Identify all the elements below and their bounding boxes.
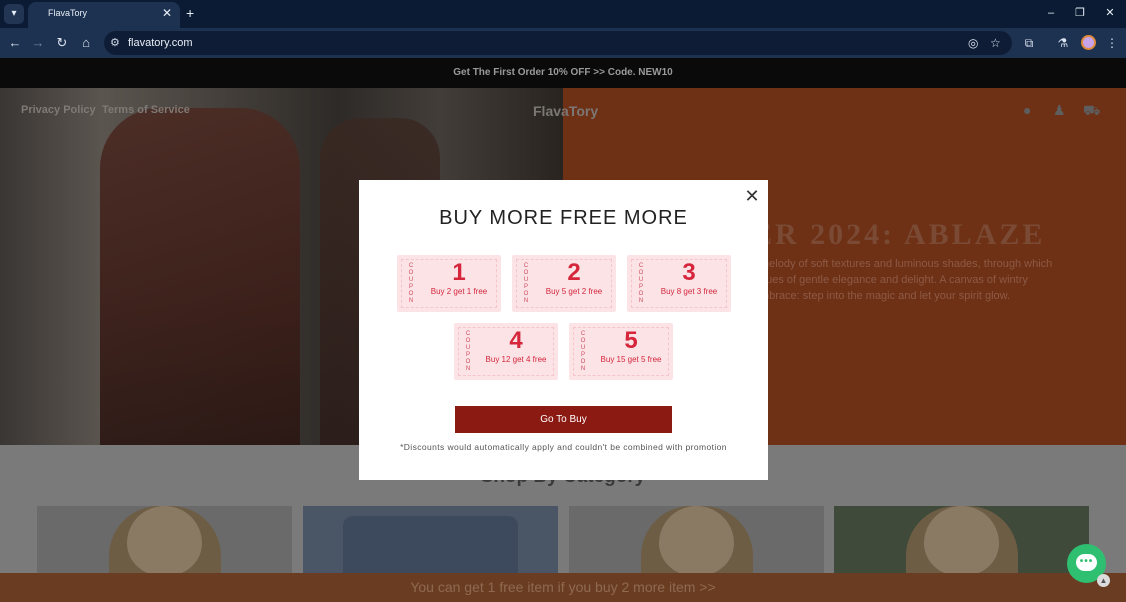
browser-toolbar: ← → ↻ ⌂ ⚙ flavatory.com ◎ ☆ ⧉ ⚗ ⋮ <box>0 28 1126 58</box>
coupon-description: Buy 5 get 2 free <box>545 287 603 296</box>
model-figure-left <box>100 108 300 445</box>
new-tab-icon[interactable]: + <box>186 4 194 22</box>
bookmark-star-icon[interactable]: ☆ <box>990 35 1001 51</box>
address-bar[interactable]: ⚙ flavatory.com ◎ ☆ <box>104 31 1012 55</box>
tab-title: FlavaTory <box>48 8 88 18</box>
coupon-card[interactable]: COUPON 2 Buy 5 get 2 free <box>512 255 616 312</box>
window-close-icon[interactable]: ✕ <box>1101 6 1119 20</box>
coupon-label: COUPON <box>523 263 529 304</box>
hero-line: hues of gentle elegance and delight. A c… <box>760 274 1028 286</box>
coupon-description: Buy 8 get 3 free <box>660 287 718 296</box>
tab-search-icon[interactable]: ▾ <box>4 4 24 24</box>
profile-avatar[interactable] <box>1081 35 1096 50</box>
nav-privacy-policy[interactable]: Privacy Policy <box>21 104 96 116</box>
menu-kebab-icon[interactable]: ⋮ <box>1103 34 1121 52</box>
announcement-bar[interactable]: Get The First Order 10% OFF >> Code. NEW… <box>0 58 1126 88</box>
go-to-buy-button[interactable]: Go To Buy <box>455 406 672 433</box>
coupon-card[interactable]: COUPON 1 Buy 2 get 1 free <box>397 255 501 312</box>
site-logo[interactable]: FlavaTory <box>533 103 598 119</box>
coupon-description: Buy 15 get 5 free <box>600 355 662 364</box>
discount-disclaimer: *Discounts would automatically apply and… <box>400 442 727 452</box>
coupon-card[interactable]: COUPON 4 Buy 12 get 4 free <box>454 323 558 380</box>
hero-description: melody of soft textures and luminous sha… <box>760 256 1080 304</box>
chat-bubble-icon: ••• <box>1076 554 1097 571</box>
coupon-label: COUPON <box>465 331 471 372</box>
coupon-description: Buy 2 get 1 free <box>430 287 488 296</box>
tab-close-icon[interactable]: ✕ <box>162 6 172 20</box>
labs-flask-icon[interactable]: ⚗ <box>1054 34 1072 52</box>
nav-terms-of-service[interactable]: Terms of Service <box>102 104 190 116</box>
minimize-icon[interactable]: – <box>1042 6 1060 20</box>
scroll-top-icon[interactable]: ▲ <box>1097 574 1110 587</box>
search-icon[interactable]: ● <box>1023 102 1031 118</box>
promo-modal: ✕ BUY MORE FREE MORE COUPON 1 Buy 2 get … <box>359 180 768 480</box>
coupon-card[interactable]: COUPON 5 Buy 15 get 5 free <box>569 323 673 380</box>
browser-tab-bar: ▾ FlavaTory ✕ + – ❐ ✕ <box>0 0 1126 28</box>
hero-line: mbrace: step into the magic and let your… <box>760 290 1011 302</box>
coupon-number: 1 <box>452 259 466 286</box>
forward-icon[interactable]: → <box>29 34 47 52</box>
coupon-label: COUPON <box>408 263 414 304</box>
model-face <box>659 506 734 576</box>
coupon-label: COUPON <box>580 331 586 372</box>
eye-off-icon[interactable]: ◎ <box>968 35 978 51</box>
reload-icon[interactable]: ↻ <box>53 34 71 52</box>
free-item-promo-bar[interactable]: You can get 1 free item if you buy 2 mor… <box>0 573 1126 602</box>
back-icon[interactable]: ← <box>6 34 24 52</box>
site-info-icon[interactable]: ⚙ <box>110 36 120 50</box>
cart-icon[interactable]: ⛟ <box>1083 102 1101 121</box>
coupon-card[interactable]: COUPON 3 Buy 8 get 3 free <box>627 255 731 312</box>
coupon-number: 3 <box>682 259 696 286</box>
coupon-label: COUPON <box>638 263 644 304</box>
hero-heading: ER 2024: ABLAZE <box>752 218 1046 251</box>
extensions-icon[interactable]: ⧉ <box>1020 34 1038 52</box>
home-icon[interactable]: ⌂ <box>77 34 95 52</box>
coupon-number: 2 <box>567 259 581 286</box>
model-face <box>924 506 999 576</box>
hero-line: melody of soft textures and luminous sha… <box>760 258 1053 270</box>
modal-close-icon[interactable]: ✕ <box>744 187 760 205</box>
coupon-description: Buy 12 get 4 free <box>485 355 547 364</box>
modal-title: BUY MORE FREE MORE <box>439 207 688 229</box>
account-icon[interactable]: ♟ <box>1053 102 1066 119</box>
url-text[interactable]: flavatory.com <box>128 36 193 50</box>
coupon-number: 4 <box>509 327 523 354</box>
model-face <box>127 506 202 576</box>
coupon-number: 5 <box>624 327 638 354</box>
tab-active[interactable]: FlavaTory ✕ <box>28 2 180 28</box>
restore-icon[interactable]: ❐ <box>1071 6 1089 20</box>
